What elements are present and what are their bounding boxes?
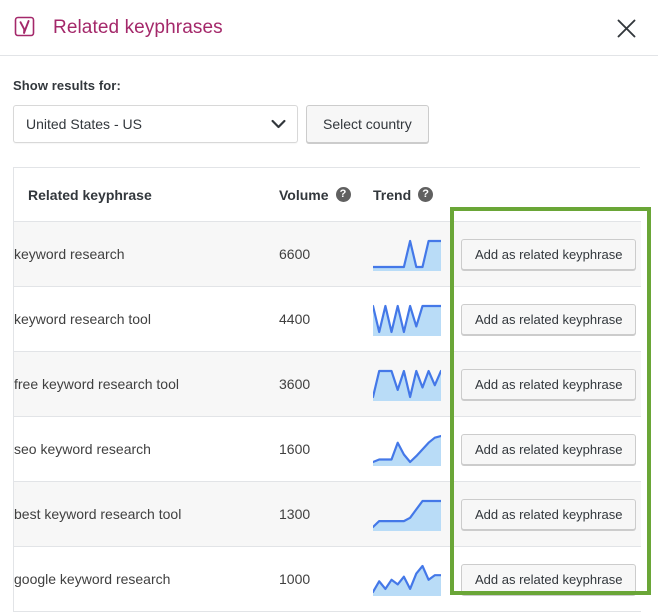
show-results-label: Show results for: [13, 78, 121, 93]
cell-keyphrase: seo keyword research [14, 416, 279, 482]
cell-trend-sparkline [373, 351, 461, 417]
cell-volume: 6600 [279, 221, 373, 287]
cell-keyphrase: free keyword research tool [14, 351, 279, 417]
add-as-related-keyphrase-button[interactable]: Add as related keyphrase [461, 238, 637, 270]
column-header-keyphrase-label: Related keyphrase [28, 186, 152, 203]
add-as-related-keyphrase-button[interactable]: Add as related keyphrase [461, 303, 637, 335]
column-header-trend-label: Trend [373, 186, 412, 203]
cell-action: Add as related keyphrase [461, 416, 641, 482]
cell-trend-sparkline [373, 286, 461, 352]
column-header-volume-label: Volume [279, 186, 329, 203]
column-header-trend: Trend ? [373, 168, 641, 222]
close-button[interactable] [606, 8, 646, 48]
country-selector-section: Show results for: United States - US Sel… [0, 56, 658, 143]
cell-keyphrase: keyword research tool [14, 286, 279, 352]
cell-action: Add as related keyphrase [461, 286, 641, 352]
modal-header: Related keyphrases [0, 0, 658, 56]
country-select-value: United States - US [26, 116, 142, 132]
cell-volume: 3600 [279, 351, 373, 417]
close-icon [616, 18, 637, 39]
column-header-volume: Volume ? [279, 168, 373, 222]
add-as-related-keyphrase-button[interactable]: Add as related keyphrase [461, 563, 637, 595]
cell-action: Add as related keyphrase [461, 221, 641, 287]
table-row: keyword research tool 4400 Add as related … [14, 286, 641, 352]
cell-keyphrase: best keyword research tool [14, 481, 279, 547]
help-icon-trend[interactable]: ? [418, 187, 434, 202]
column-header-keyphrase: Related keyphrase [14, 168, 279, 222]
cell-action: Add as related keyphrase [461, 351, 641, 417]
add-as-related-keyphrase-button[interactable]: Add as related keyphrase [461, 498, 637, 530]
cell-trend-sparkline [373, 221, 461, 287]
cell-volume: 1300 [279, 481, 373, 547]
yoast-logo-icon [13, 15, 39, 41]
table-row: free keyword research tool 3600 Add as rel… [14, 351, 641, 417]
country-select[interactable]: United States - US [13, 105, 298, 143]
cell-volume: 4400 [279, 286, 373, 352]
add-as-related-keyphrase-button[interactable]: Add as related keyphrase [461, 433, 637, 465]
add-as-related-keyphrase-button[interactable]: Add as related keyphrase [461, 368, 637, 400]
cell-trend-sparkline [373, 416, 461, 482]
related-keyphrases-table: Related keyphrase Volume ? Trend ? keywo… [13, 167, 641, 612]
chevron-down-icon [271, 116, 286, 132]
page-title: Related keyphrases [53, 16, 223, 38]
table-row: seo keyword research 1600 Add as related k… [14, 416, 641, 482]
help-icon-volume[interactable]: ? [335, 187, 351, 202]
select-country-button[interactable]: Select country [306, 105, 429, 143]
cell-volume: 1600 [279, 416, 373, 482]
country-row: United States - US Select country [13, 105, 645, 143]
cell-action: Add as related keyphrase [461, 481, 641, 547]
cell-trend-sparkline [373, 481, 461, 547]
table-row: keyword research 6600 Add as related keyph… [14, 221, 641, 287]
cell-keyphrase: keyword research [14, 221, 279, 287]
table-header-row: Related keyphrase Volume ? Trend ? [14, 168, 641, 222]
table-row: best keyword research tool 1300 Add as rel… [14, 481, 641, 547]
table-body: keyword research 6600 Add as related keyph… [14, 221, 641, 612]
